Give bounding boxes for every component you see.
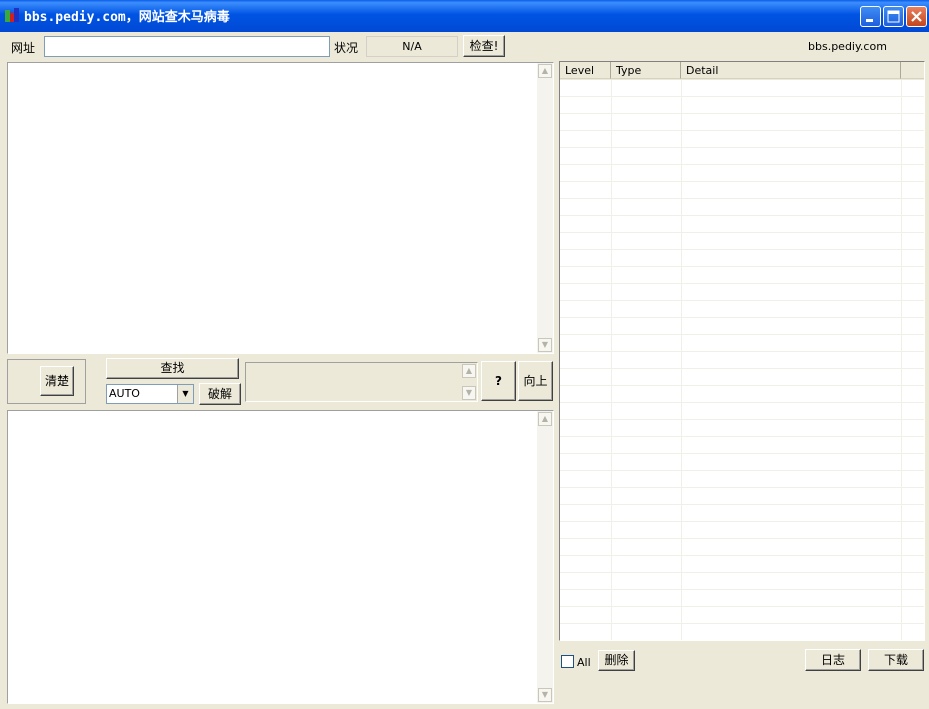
scroll-down-icon[interactable]: ▼	[538, 688, 552, 702]
find-button[interactable]: 查找	[106, 358, 239, 379]
table-row[interactable]	[560, 165, 924, 182]
maximize-icon	[887, 10, 900, 23]
table-row[interactable]	[560, 335, 924, 352]
url-label: 网址	[11, 41, 36, 55]
table-row[interactable]	[560, 471, 924, 488]
column-header-filler	[901, 62, 924, 79]
help-button[interactable]: ?	[481, 361, 516, 401]
main-window: bbs.pediy.com，网站查木马病毒 网址 状况 N/A 检查! bbs.…	[0, 0, 929, 709]
output-textarea[interactable]: ▲ ▼	[7, 410, 554, 704]
table-row[interactable]	[560, 488, 924, 505]
chevron-down-icon[interactable]: ▼	[177, 385, 193, 403]
app-icon	[5, 8, 19, 22]
minimize-icon	[866, 19, 873, 22]
table-row[interactable]	[560, 148, 924, 165]
all-checkbox-label: All	[577, 656, 591, 669]
table-row[interactable]	[560, 386, 924, 403]
maximize-button[interactable]	[883, 6, 904, 27]
table-row[interactable]	[560, 454, 924, 471]
column-header-detail[interactable]: Detail	[681, 62, 901, 79]
table-row[interactable]	[560, 267, 924, 284]
scroll-down-icon[interactable]: ▼	[538, 338, 552, 352]
scroll-up-icon[interactable]: ▲	[538, 412, 552, 426]
clear-button[interactable]: 清楚	[40, 366, 74, 396]
table-row[interactable]	[560, 403, 924, 420]
log-button[interactable]: 日志	[805, 649, 861, 671]
url-input[interactable]	[44, 36, 330, 57]
table-row[interactable]	[560, 97, 924, 114]
search-result-scrollbar[interactable]: ▲ ▼	[461, 363, 477, 401]
check-button[interactable]: 检查!	[463, 35, 505, 57]
scroll-up-icon[interactable]: ▲	[538, 64, 552, 78]
table-row[interactable]	[560, 590, 924, 607]
table-row[interactable]	[560, 539, 924, 556]
table-row[interactable]	[560, 624, 924, 640]
table-row[interactable]	[560, 199, 924, 216]
table-row[interactable]	[560, 131, 924, 148]
window-title: bbs.pediy.com，网站查木马病毒	[24, 10, 230, 25]
table-row[interactable]	[560, 573, 924, 590]
crack-button[interactable]: 破解	[199, 383, 241, 405]
table-row[interactable]	[560, 369, 924, 386]
column-header-level[interactable]: Level	[560, 62, 611, 79]
table-row[interactable]	[560, 250, 924, 267]
table-row[interactable]	[560, 505, 924, 522]
table-row[interactable]	[560, 216, 924, 233]
search-result-box[interactable]: ▲ ▼	[245, 362, 478, 402]
table-row[interactable]	[560, 556, 924, 573]
table-header: Level Type Detail	[560, 62, 924, 80]
table-row[interactable]	[560, 233, 924, 250]
table-row[interactable]	[560, 522, 924, 539]
table-row[interactable]	[560, 284, 924, 301]
download-button[interactable]: 下载	[868, 649, 924, 671]
scroll-up-icon[interactable]: ▲	[462, 364, 476, 378]
column-header-type[interactable]: Type	[611, 62, 681, 79]
results-table[interactable]: Level Type Detail	[559, 61, 925, 641]
status-label: 状况	[334, 41, 359, 55]
table-row[interactable]	[560, 420, 924, 437]
source-textarea[interactable]: ▲ ▼	[7, 62, 554, 354]
all-checkbox[interactable]	[561, 655, 574, 668]
source-scrollbar[interactable]: ▲ ▼	[537, 63, 553, 353]
site-link[interactable]: bbs.pediy.com	[808, 40, 887, 53]
output-scrollbar[interactable]: ▲ ▼	[537, 411, 553, 703]
minimize-button[interactable]	[860, 6, 881, 27]
table-row[interactable]	[560, 318, 924, 335]
encoding-select[interactable]: AUTO ▼	[106, 384, 194, 404]
up-button[interactable]: 向上	[518, 361, 553, 401]
table-row[interactable]	[560, 437, 924, 454]
table-row[interactable]	[560, 607, 924, 624]
close-button[interactable]	[906, 6, 927, 27]
encoding-value: AUTO	[109, 387, 140, 400]
close-icon	[911, 11, 922, 22]
table-row[interactable]	[560, 114, 924, 131]
delete-button[interactable]: 删除	[598, 650, 635, 671]
status-value: N/A	[366, 36, 458, 57]
table-row[interactable]	[560, 80, 924, 97]
table-row[interactable]	[560, 182, 924, 199]
title-bar[interactable]: bbs.pediy.com，网站查木马病毒	[0, 0, 929, 32]
table-row[interactable]	[560, 301, 924, 318]
scroll-down-icon[interactable]: ▼	[462, 386, 476, 400]
table-row[interactable]	[560, 352, 924, 369]
